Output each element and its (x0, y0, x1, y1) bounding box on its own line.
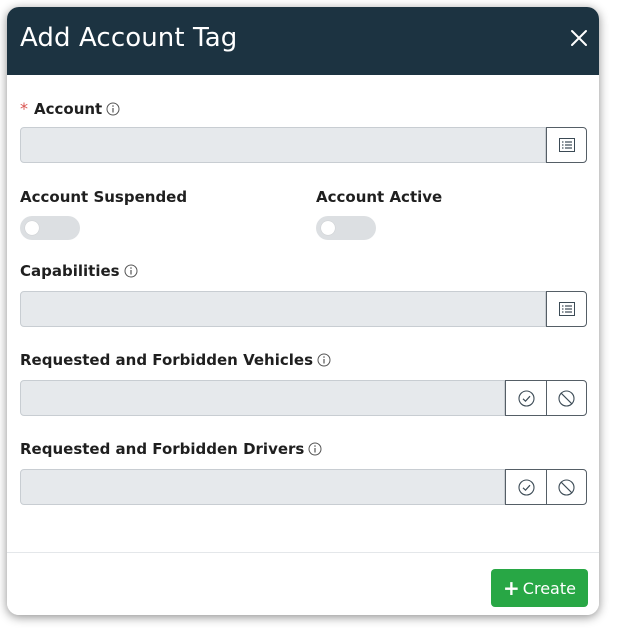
info-icon[interactable] (308, 442, 322, 456)
vehicles-requested-button[interactable] (505, 380, 546, 416)
capabilities-list-button[interactable] (546, 291, 587, 327)
list-icon (558, 138, 575, 152)
drivers-forbidden-button[interactable] (546, 469, 587, 505)
drivers-input-group (20, 469, 587, 505)
vehicles-input-group (20, 380, 587, 416)
info-icon[interactable] (317, 353, 331, 367)
dialog-header: Add Account Tag (7, 7, 599, 75)
account-active-toggle[interactable] (316, 216, 376, 240)
forbidden-icon (558, 389, 575, 407)
toggle-knob (25, 221, 39, 235)
account-list-button[interactable] (546, 127, 587, 163)
account-suspended-label: Account Suspended (20, 188, 188, 206)
add-account-tag-dialog: Add Account Tag * Account Account Suspen… (7, 7, 599, 615)
check-circle-icon (517, 389, 535, 407)
capabilities-label: Capabilities (20, 262, 138, 280)
vehicles-input[interactable] (20, 380, 505, 416)
close-button[interactable] (570, 29, 588, 47)
drivers-label: Requested and Forbidden Drivers (20, 440, 322, 458)
account-label: * Account (20, 99, 120, 118)
capabilities-input-group (20, 291, 587, 327)
vehicles-label: Requested and Forbidden Vehicles (20, 351, 331, 369)
vehicles-forbidden-button[interactable] (546, 380, 587, 416)
check-circle-icon (517, 478, 535, 496)
forbidden-icon (558, 478, 575, 496)
capabilities-input[interactable] (20, 291, 546, 327)
create-button[interactable]: + Create (491, 569, 588, 607)
account-suspended-toggle[interactable] (20, 216, 80, 240)
create-button-label: Create (522, 578, 576, 598)
capabilities-label-text: Capabilities (20, 262, 120, 280)
toggle-knob (321, 221, 335, 235)
account-input-group (20, 127, 587, 163)
plus-icon: + (503, 576, 520, 600)
drivers-requested-button[interactable] (505, 469, 546, 505)
dialog-title: Add Account Tag (20, 23, 238, 53)
dialog-body: * Account Account Suspended Account Acti… (7, 75, 599, 552)
close-icon (571, 30, 587, 46)
drivers-label-text: Requested and Forbidden Drivers (20, 440, 305, 458)
info-icon[interactable] (106, 102, 120, 116)
dialog-footer: + Create (7, 552, 599, 615)
list-icon (558, 302, 575, 316)
account-input[interactable] (20, 127, 546, 163)
info-icon[interactable] (124, 264, 138, 278)
drivers-input[interactable] (20, 469, 505, 505)
account-label-text: Account (34, 99, 103, 118)
account-active-label: Account Active (316, 188, 443, 206)
vehicles-label-text: Requested and Forbidden Vehicles (20, 351, 313, 369)
required-marker: * (20, 99, 28, 118)
